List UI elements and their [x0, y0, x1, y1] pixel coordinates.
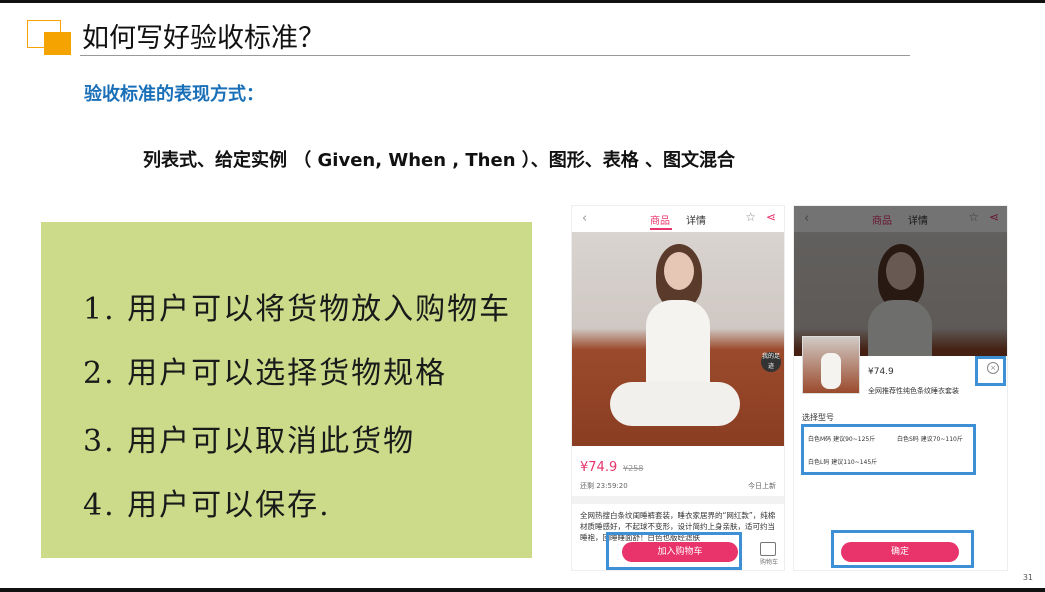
tab-product[interactable]: 商品	[650, 212, 670, 227]
phone-screen-spec-select: ‹ 商品 详情 ☆ ⋖ ¥74.9 全网推荐性纯色条纹睡衣套装 × 选择型号 白…	[793, 205, 1008, 571]
slide-title: 如何写好验收标准？	[82, 23, 325, 54]
top-border	[0, 0, 1045, 3]
highlight-confirm	[831, 530, 974, 568]
favorite-star-icon[interactable]: ☆	[745, 210, 756, 224]
select-model-label: 选择型号	[802, 413, 834, 422]
note-line-4: 4. 用户可以保存.	[83, 488, 331, 523]
title-divider	[80, 55, 910, 56]
photo-model-head	[664, 252, 694, 290]
section-gap	[572, 496, 784, 504]
product-price: ¥74.9	[580, 460, 618, 475]
sheet-price: ¥74.9	[868, 367, 894, 377]
original-price: ¥258	[623, 464, 644, 473]
footprint-badge[interactable]: 我的足迹	[761, 352, 781, 372]
slide-subtitle: 验收标准的表现方式：	[84, 84, 264, 105]
cart-icon[interactable]	[760, 542, 776, 556]
highlight-close	[975, 356, 1006, 386]
note-line-3: 3. 用户可以取消此货物	[83, 424, 416, 459]
product-photo: 我的足迹	[572, 232, 784, 446]
highlight-options	[801, 424, 976, 475]
tab-detail[interactable]: 详情	[686, 212, 706, 227]
note-line-2: 2. 用户可以选择货物规格	[83, 356, 448, 391]
share-icon[interactable]: ⋖	[766, 210, 776, 224]
logo-filled-square	[44, 32, 71, 55]
thumbnail-model	[821, 353, 841, 389]
phone-screen-product: ‹ 商品 详情 ☆ ⋖ 我的足迹 ¥74.9 ¥258 还剩 23:59:20 …	[571, 205, 785, 571]
cart-label: 购物车	[759, 559, 778, 566]
back-icon[interactable]: ‹	[582, 211, 587, 226]
bottom-border	[0, 588, 1045, 592]
product-thumbnail	[802, 336, 860, 394]
countdown-timer: 还剩 23:59:20	[580, 482, 628, 490]
note-line-1: 1. 用户可以将货物放入购物车	[83, 292, 512, 327]
photo-model-legs	[610, 382, 740, 426]
today-new-label: 今日上新	[748, 482, 776, 490]
sheet-product-name: 全网推荐性纯色条纹睡衣套装	[868, 387, 959, 395]
phone-header: ‹ 商品 详情 ☆ ⋖	[572, 206, 784, 232]
methods-list: 列表式、给定实例 （ Given, When , Then ）、图形、表格 、图…	[143, 150, 736, 171]
tab-active-indicator	[650, 228, 672, 230]
highlight-add-to-cart	[606, 532, 742, 570]
handwritten-note: 1. 用户可以将货物放入购物车 2. 用户可以选择货物规格 3. 用户可以取消此…	[41, 222, 532, 558]
page-number: 31	[1022, 573, 1033, 582]
